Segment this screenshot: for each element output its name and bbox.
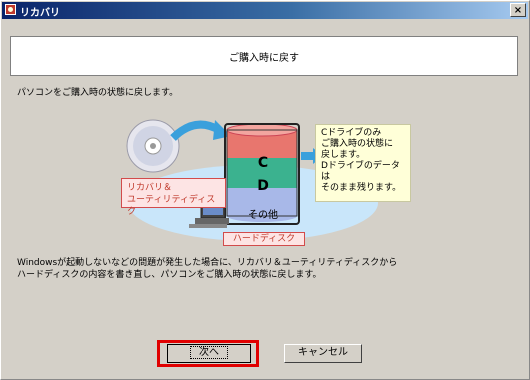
note-line: 戻します。 xyxy=(321,150,366,160)
intro-text: パソコンをご購入時の状態に戻します。 xyxy=(17,88,179,98)
description-line1: Windowsが起動しないなどの問題が発生した場合に、リカバリ＆ユーティリティデ… xyxy=(17,258,398,268)
note-line: Cドライブのみ xyxy=(321,128,382,138)
note-line: Dドライブのデータは xyxy=(321,161,400,182)
arrow-to-drive xyxy=(170,120,222,141)
cd-label: リカバリ＆ ユーティリティディスク xyxy=(121,178,226,217)
close-button[interactable]: × xyxy=(510,3,526,17)
page-title: ご購入時に戻す xyxy=(229,52,299,64)
cd-label-line1: リカバリ＆ xyxy=(127,183,173,193)
next-button[interactable]: 次へ xyxy=(167,344,251,363)
title-bar[interactable]: リカバリ × xyxy=(2,2,528,19)
drive-c-label: C xyxy=(257,155,269,171)
note-box: Cドライブのみ ご購入時の状態に 戻します。 Dドライブのデータは そのまま残り… xyxy=(315,124,411,202)
note-line: そのまま残ります。 xyxy=(321,183,402,193)
note-line: ご購入時の状態に xyxy=(321,139,394,149)
description: Windowsが起動しないなどの問題が発生した場合に、リカバリ＆ユーティリティデ… xyxy=(17,257,397,281)
drive-d-label: D xyxy=(257,178,269,194)
cancel-button[interactable]: キャンセル xyxy=(284,344,362,363)
next-button-label: 次へ xyxy=(190,346,228,359)
app-icon xyxy=(5,4,16,15)
cd-disc-icon xyxy=(126,119,180,173)
hard-disk-label: ハードディスク xyxy=(223,232,305,246)
drive-other-label: その他 xyxy=(248,210,278,221)
description-line2: ハードディスクの内容を書き直し、パソコンをご購入時の状態に戻します。 xyxy=(17,270,322,280)
recovery-diagram: リカバリ＆ ユーティリティディスク C D その他 ハードディスク Cドライブの… xyxy=(115,108,415,248)
window-title: リカバリ xyxy=(20,8,60,19)
page-header: ご購入時に戻す xyxy=(10,36,518,76)
